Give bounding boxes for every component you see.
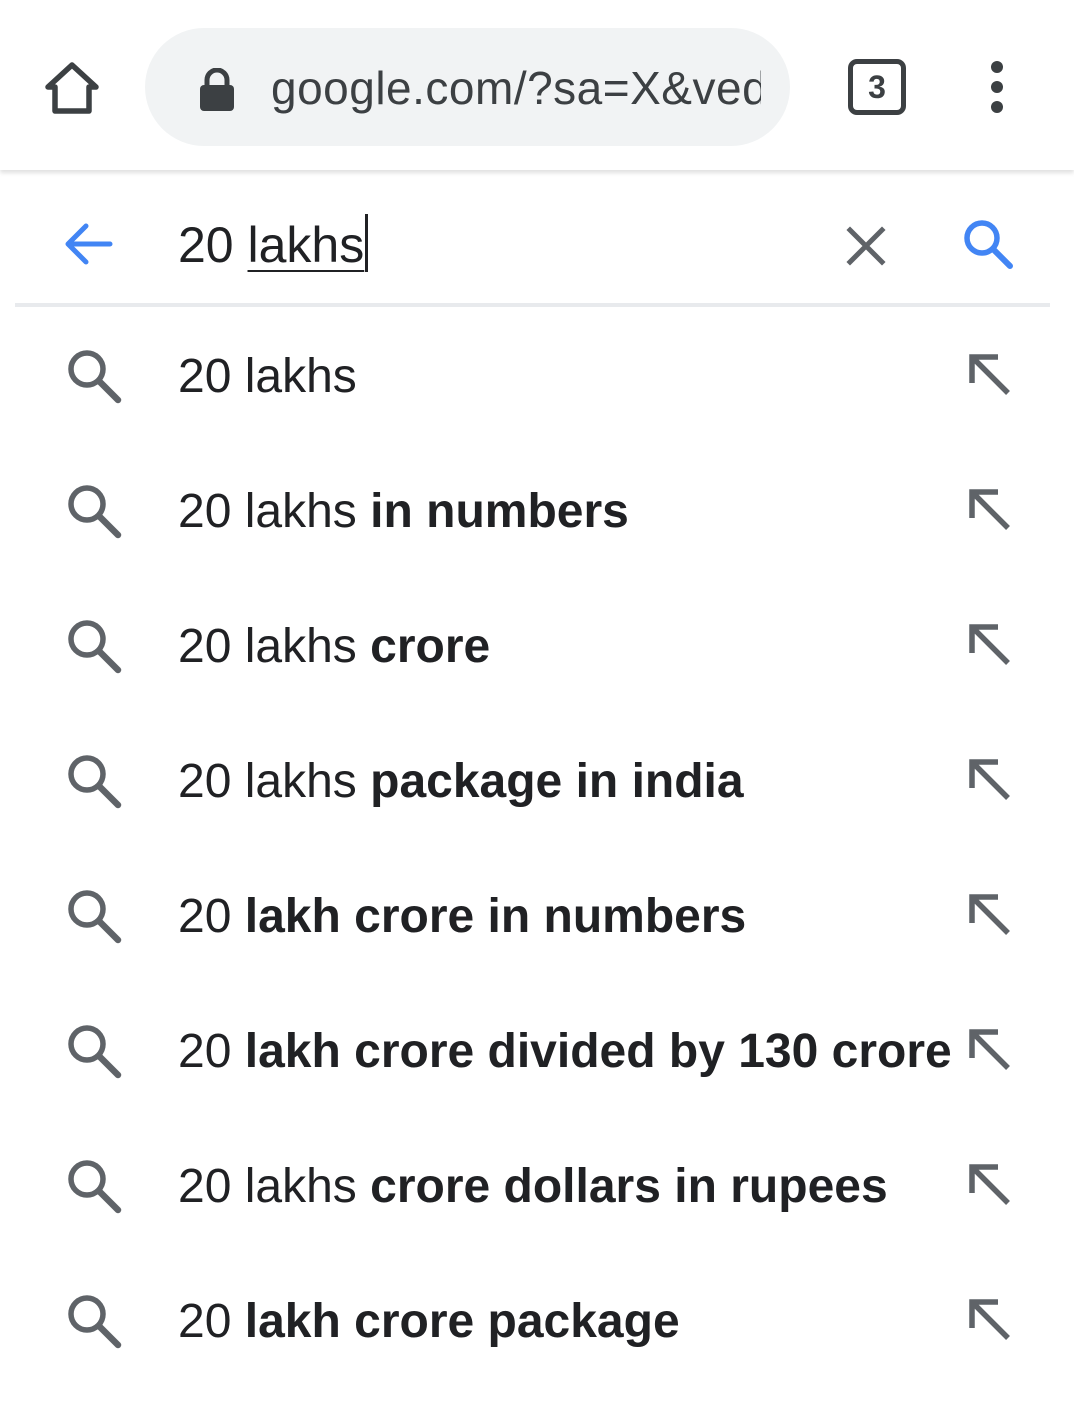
suggestion-item[interactable]: 20 lakh crore package	[0, 1255, 1074, 1390]
home-button[interactable]	[30, 45, 114, 129]
arrow-up-left-icon[interactable]	[958, 613, 1022, 677]
suggestion-item[interactable]: 20 lakhs crore dollars in rupees	[0, 1120, 1074, 1255]
suggestion-completion-part: crore	[370, 620, 491, 673]
arrow-up-left-icon[interactable]	[958, 1153, 1022, 1217]
suggestion-text: 20 lakh crore package	[178, 1288, 928, 1358]
suggestion-list: 20 lakhs 20 lakhs in numbers 20 lakhs cr…	[0, 310, 1074, 1390]
suggestion-completion-part: crore dollars in rupees	[370, 1160, 888, 1213]
suggestion-completion-part: lakh crore in numbers	[244, 890, 747, 943]
search-input[interactable]: 20 lakhs	[178, 210, 778, 280]
menu-button[interactable]	[955, 45, 1039, 129]
browser-toolbar: google.com/?sa=X&ved 3	[0, 0, 1074, 170]
search-icon	[68, 485, 122, 539]
arrow-up-left-icon[interactable]	[958, 478, 1022, 542]
suggestion-typed-part: 20	[178, 1295, 245, 1348]
search-icon	[68, 890, 122, 944]
suggestion-text: 20 lakhs crore dollars in rupees	[178, 1153, 928, 1223]
suggestion-text: 20 lakhs in numbers	[178, 478, 928, 548]
suggestion-typed-part: 20 lakhs	[178, 350, 357, 403]
search-divider	[15, 303, 1050, 307]
suggestion-text: 20 lakh crore divided by 130 crore	[178, 1018, 952, 1088]
arrow-up-left-icon[interactable]	[958, 343, 1022, 407]
suggestion-text: 20 lakhs	[178, 343, 928, 413]
suggestion-item[interactable]: 20 lakhs package in india	[0, 715, 1074, 850]
suggestion-completion-part: in numbers	[370, 485, 629, 538]
suggestion-typed-part: 20 lakhs	[178, 485, 371, 538]
suggestion-text: 20 lakhs package in india	[178, 748, 928, 818]
text-cursor	[365, 214, 369, 272]
search-icon	[68, 350, 122, 404]
search-box: 20 lakhs	[0, 172, 1074, 308]
suggestion-completion-part: lakh crore package	[244, 1295, 680, 1348]
home-icon	[45, 62, 99, 114]
suggestion-typed-part: 20 lakhs	[178, 620, 371, 673]
arrow-up-left-icon[interactable]	[958, 748, 1022, 812]
suggestion-completion-part: package in india	[370, 755, 744, 808]
more-vert-icon	[991, 61, 1003, 113]
url-text: google.com/?sa=X&ved	[271, 62, 761, 114]
tab-count: 3	[848, 59, 906, 115]
query-text: 20	[178, 217, 248, 273]
arrow-up-left-icon[interactable]	[958, 883, 1022, 947]
query-composing-text: lakhs	[247, 217, 365, 273]
suggestion-typed-part: 20 lakhs	[178, 755, 371, 808]
url-bar[interactable]: google.com/?sa=X&ved	[145, 28, 790, 146]
suggestion-item[interactable]: 20 lakhs	[0, 310, 1074, 445]
suggestion-item[interactable]: 20 lakh crore divided by 130 crore	[0, 985, 1074, 1120]
suggestion-typed-part: 20	[178, 890, 245, 943]
tab-switcher-button[interactable]: 3	[835, 45, 919, 129]
suggestion-text: 20 lakhs crore	[178, 613, 928, 683]
arrow-up-left-icon[interactable]	[958, 1288, 1022, 1352]
arrow-back-icon	[65, 223, 113, 265]
close-icon	[846, 226, 886, 266]
back-button[interactable]	[46, 202, 130, 286]
suggestion-typed-part: 20 lakhs	[178, 1160, 371, 1213]
suggestion-item[interactable]: 20 lakhs in numbers	[0, 445, 1074, 580]
suggestion-item[interactable]: 20 lakh crore in numbers	[0, 850, 1074, 985]
arrow-up-left-icon[interactable]	[958, 1018, 1022, 1082]
search-icon	[68, 1295, 122, 1349]
search-icon	[68, 1160, 122, 1214]
suggestion-completion-part: lakh crore divided by 130 crore	[244, 1025, 952, 1078]
search-icon	[68, 755, 122, 809]
search-button[interactable]	[946, 202, 1030, 286]
suggestion-typed-part: 20	[178, 1025, 245, 1078]
suggestion-item[interactable]: 20 lakhs crore	[0, 580, 1074, 715]
search-icon	[964, 220, 1013, 269]
suggestion-text: 20 lakh crore in numbers	[178, 883, 928, 953]
clear-button[interactable]	[824, 204, 908, 288]
lock-icon	[200, 68, 234, 111]
search-icon	[68, 1025, 122, 1079]
search-icon	[68, 620, 122, 674]
